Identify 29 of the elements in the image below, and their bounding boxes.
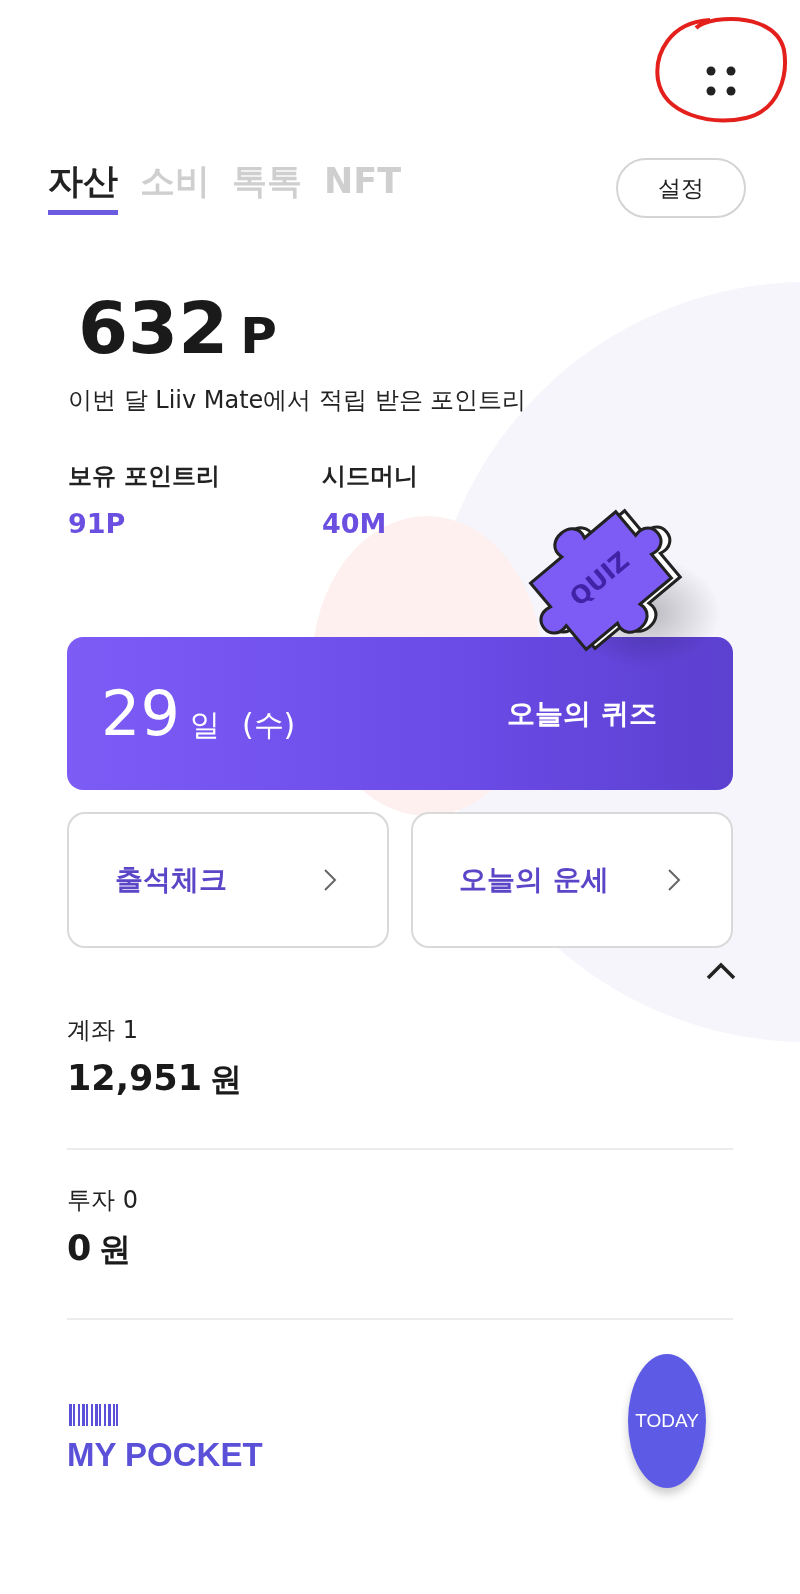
quiz-title: 오늘의 퀴즈 [507, 695, 657, 732]
today-button[interactable]: TODAY [628, 1354, 706, 1488]
points-amount: 632 [78, 286, 229, 370]
currency-unit: 원 [210, 1059, 243, 1100]
points-description: 이번 달 Liiv Mate에서 적립 받은 포인트리 [68, 385, 528, 416]
currency-unit: 원 [99, 1229, 132, 1270]
day-unit: 일 [189, 706, 220, 744]
shortcut-button[interactable]: 오늘의 운세 [411, 812, 733, 948]
day-number: 29 [101, 677, 180, 750]
section-title: 투자 0 [67, 1185, 139, 1216]
settings-button[interactable]: 설정 [616, 158, 746, 218]
section-title: 계좌 1 [67, 1015, 139, 1046]
quiz-card[interactable]: 29 일 (수) 오늘의 퀴즈 [67, 637, 733, 790]
stat-label: 보유 포인트리 [68, 461, 222, 492]
pocket-title[interactable]: MY POCKET [67, 1436, 263, 1474]
tab[interactable]: 자산 [48, 161, 118, 215]
chevron-right-icon [323, 868, 337, 892]
weekday: (수) [241, 706, 296, 744]
points-unit: P [240, 307, 277, 365]
chevron-right-icon [667, 868, 681, 892]
stat-label: 시드머니 [322, 461, 419, 492]
stat-value: 40M [322, 508, 388, 539]
stat-value: 91P [68, 508, 127, 539]
section-amount: 0 [67, 1228, 92, 1268]
barcode-icon [69, 1404, 119, 1426]
section-amount: 12,951 [67, 1058, 203, 1098]
apps-icon[interactable] [706, 66, 736, 96]
chevron-up-icon[interactable] [706, 962, 736, 980]
shortcut-button[interactable]: 출석체크 [67, 812, 389, 948]
